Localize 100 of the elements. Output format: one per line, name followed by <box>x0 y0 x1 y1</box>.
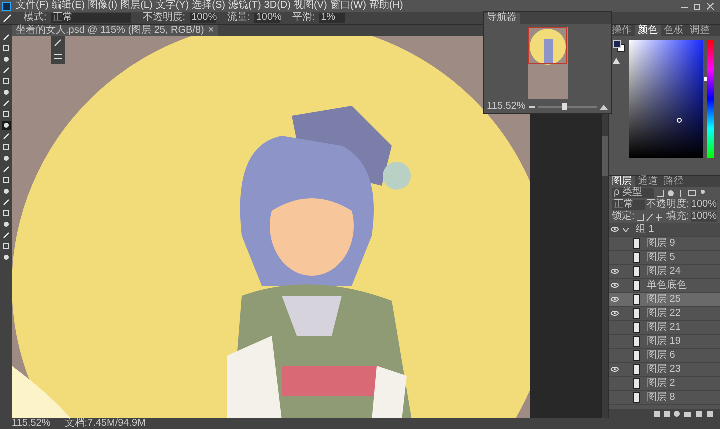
color-picker-field[interactable] <box>629 40 703 158</box>
panel-tab[interactable]: 操作 <box>609 25 635 36</box>
hue-slider-thumb[interactable] <box>704 76 707 81</box>
filter-dropdown[interactable]: ρ 类型 <box>612 188 654 198</box>
zoom-level: 115.52% <box>12 418 51 428</box>
option-label: 平滑: <box>292 13 316 23</box>
menu-item[interactable]: 编辑(E) <box>52 1 86 11</box>
layer-thumbnail <box>633 322 640 333</box>
close-tab-button[interactable]: × <box>208 26 214 36</box>
mode-dropdown[interactable]: 正常 <box>50 13 131 23</box>
filter-icons-drawing <box>657 190 707 196</box>
layer-thumbnail <box>633 364 640 375</box>
layer-name: 图层 8 <box>647 392 676 402</box>
fill-label: 填充: <box>666 212 690 222</box>
menu-item[interactable]: 图像(I) <box>88 1 118 11</box>
layer-row[interactable]: 组 1 <box>609 223 720 237</box>
eye-icon[interactable] <box>611 311 619 316</box>
opacity-field[interactable]: 100% <box>691 200 717 210</box>
tool-icon[interactable] <box>2 165 10 174</box>
layer-name: 图层 25 <box>647 294 681 304</box>
eye-icon[interactable] <box>611 269 619 274</box>
panel-tab[interactable]: 颜色 <box>635 25 661 36</box>
blend-mode-dropdown[interactable]: 正常 <box>612 200 645 210</box>
menu-item[interactable]: 3D(D) <box>264 1 291 11</box>
tool-icon[interactable] <box>2 231 10 240</box>
panel-tab[interactable]: 调整 <box>687 25 713 36</box>
layer-name: 图层 21 <box>647 322 681 332</box>
menu-item[interactable]: 帮助(H) <box>369 1 404 11</box>
layer-row[interactable]: 图层 25 <box>609 293 720 307</box>
option-label: 不透明度: <box>142 13 186 23</box>
menu-item[interactable]: 图层(L) <box>120 1 153 11</box>
panel-tab[interactable]: 图层 <box>609 176 635 187</box>
tool-icon[interactable] <box>2 143 10 152</box>
eye-icon[interactable] <box>611 367 619 372</box>
zoom-percent: 115.52% <box>487 102 526 112</box>
zoom-in-icon[interactable] <box>600 104 608 110</box>
layer-name: 图层 23 <box>647 364 681 374</box>
layer-row[interactable]: 图层 21 <box>609 321 720 335</box>
layer-row[interactable]: 图层 5 <box>609 251 720 265</box>
close-icon[interactable] <box>707 2 714 10</box>
layer-row[interactable]: 图层 22 <box>609 307 720 321</box>
tool-icon[interactable] <box>2 132 10 141</box>
tool-icon[interactable] <box>2 220 10 229</box>
smoothing-field[interactable]: 1% <box>319 13 346 23</box>
layer-name: 图层 6 <box>647 350 676 360</box>
panel-tab[interactable]: 通道 <box>635 176 661 187</box>
tool-icon[interactable] <box>2 66 10 75</box>
tool-icon[interactable] <box>2 154 10 163</box>
layer-row[interactable]: 图层 8 <box>609 391 720 405</box>
tool-icon[interactable] <box>2 44 10 53</box>
tool-icon[interactable] <box>2 33 10 42</box>
fill-field[interactable]: 100% <box>691 212 717 222</box>
layer-name: 图层 24 <box>647 266 681 276</box>
layer-name: 图层 9 <box>647 238 676 248</box>
eye-icon[interactable] <box>611 297 619 302</box>
color-picker-marker[interactable] <box>677 118 682 123</box>
hue-slider[interactable] <box>707 40 714 158</box>
document-tab[interactable]: 坐着的女人.psd @ 115% (图层 25, RGB/8) × <box>12 25 218 36</box>
tool-icon[interactable] <box>2 55 10 64</box>
warning-icon <box>613 58 620 64</box>
menu-item[interactable]: 滤镜(T) <box>228 1 262 11</box>
tool-icon[interactable] <box>2 253 10 262</box>
layer-thumbnail <box>633 392 640 403</box>
tool-icon[interactable] <box>2 209 10 218</box>
option-label: 流量: <box>228 13 250 23</box>
layer-row[interactable]: 图层 19 <box>609 335 720 349</box>
eye-icon[interactable] <box>611 283 619 288</box>
menu-item[interactable]: 视图(V) <box>294 1 328 11</box>
lock-icons-drawing <box>636 214 665 220</box>
flow-field[interactable]: 100% <box>254 13 280 23</box>
restore-icon[interactable] <box>694 2 701 10</box>
panel-tab[interactable]: 色板 <box>661 25 687 36</box>
panel-tab[interactable]: 导航器 <box>484 13 520 24</box>
layer-row[interactable]: 图层 6 <box>609 349 720 363</box>
tool-icon[interactable] <box>2 242 10 251</box>
layer-row[interactable]: 图层 24 <box>609 265 720 279</box>
tool-icon[interactable] <box>2 110 10 119</box>
tool-icon[interactable] <box>2 77 10 86</box>
tool-icon[interactable] <box>2 176 10 185</box>
zoom-slider-thumb[interactable] <box>562 103 568 110</box>
foreground-color-swatch[interactable] <box>613 40 621 48</box>
tool-icon[interactable] <box>2 187 10 196</box>
layer-row[interactable]: 图层 23 <box>609 363 720 377</box>
layer-thumbnail <box>633 308 640 319</box>
tool-icon[interactable] <box>2 99 10 108</box>
layer-name: 图层 5 <box>647 252 676 262</box>
menu-item[interactable]: 选择(S) <box>192 1 226 11</box>
scrollbar-thumb[interactable] <box>602 136 608 176</box>
zoom-out-icon[interactable] <box>528 105 535 109</box>
eye-icon[interactable] <box>611 227 619 232</box>
layer-name: 图层 2 <box>647 378 676 388</box>
opacity-field[interactable]: 100% <box>190 13 216 23</box>
tool-icon[interactable] <box>2 121 10 130</box>
tool-icon[interactable] <box>2 198 10 207</box>
tool-icon[interactable] <box>2 88 10 97</box>
layer-name: 组 1 <box>636 224 654 234</box>
caret-icon[interactable] <box>623 228 629 232</box>
layer-row[interactable]: 图层 2 <box>609 377 720 391</box>
panel-tab[interactable]: 路径 <box>661 176 687 187</box>
layer-row[interactable]: 图层 9 <box>609 237 720 251</box>
